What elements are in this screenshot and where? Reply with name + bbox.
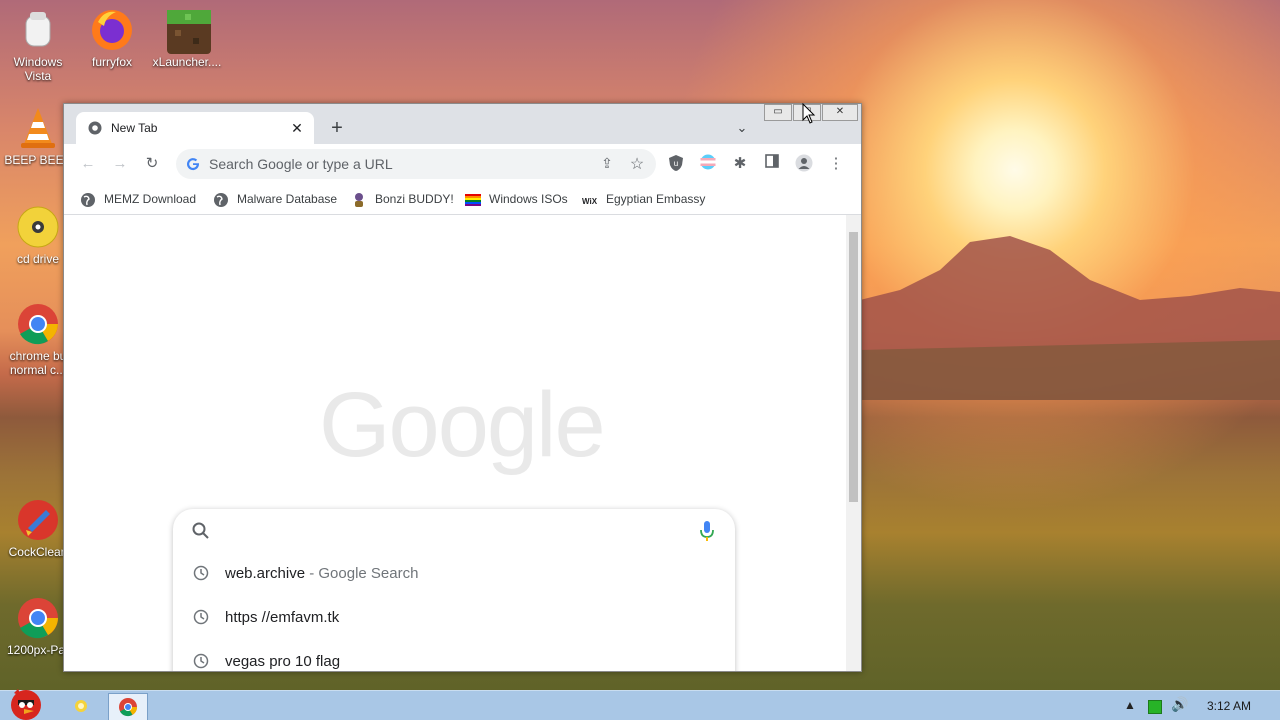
- start-button-angry-bird-icon[interactable]: [4, 683, 48, 720]
- firefox-icon: [90, 8, 134, 52]
- desktop-icon-furryfox[interactable]: furryfox: [74, 8, 150, 69]
- wix-icon: WiX: [582, 197, 598, 206]
- bookmark-bonzi-buddy[interactable]: Bonzi BUDDY!: [351, 190, 454, 208]
- side-panel-icon[interactable]: [762, 154, 782, 174]
- desktop-icon-label: Windows Vista: [13, 55, 63, 83]
- google-logo: Google: [319, 374, 606, 476]
- bookmark-label: Windows ISOs: [489, 192, 568, 206]
- desktop-icon-label: xLauncher....: [152, 55, 222, 69]
- reload-icon[interactable]: ↻: [142, 154, 162, 174]
- new-tab-button[interactable]: +: [326, 118, 348, 140]
- rainbow-flag-icon: [465, 193, 481, 206]
- history-clock-icon: [193, 609, 209, 625]
- show-hidden-icons-chevron-icon[interactable]: ▲: [1124, 698, 1136, 712]
- mouse-cursor-icon: [802, 103, 816, 124]
- suggestion-item[interactable]: https //emfavm.tk: [173, 599, 735, 639]
- forward-icon[interactable]: →: [110, 154, 130, 174]
- bookmark-label: Bonzi BUDDY!: [375, 192, 454, 206]
- bookmark-malware-database[interactable]: Malware Database: [213, 190, 337, 208]
- chrome-favicon-icon: [88, 121, 102, 135]
- microphone-icon[interactable]: [699, 520, 715, 542]
- profile-avatar-icon[interactable]: [794, 154, 814, 174]
- bookmark-windows-isos[interactable]: Windows ISOs: [465, 190, 568, 208]
- bookmark-memz-download[interactable]: MEMZ Download: [80, 190, 196, 208]
- bonzi-icon: [355, 192, 363, 207]
- globe-icon: [214, 192, 228, 207]
- extensions-puzzle-icon[interactable]: ✱: [730, 154, 750, 174]
- battery-icon[interactable]: [1148, 700, 1162, 714]
- toolbar: ← → ↻ Search Google or type a URL ⇪ ☆ u …: [64, 144, 861, 184]
- trans-flag-extension-icon[interactable]: [698, 154, 718, 174]
- tab-close-icon[interactable]: ✕: [288, 119, 306, 137]
- chrome-window: New Tab ✕ + ⌄ ▭ ◫ ✕ ← → ↻ Search Google …: [63, 103, 862, 672]
- tab-strip: New Tab ✕ + ⌄ ▭ ◫ ✕: [64, 104, 861, 144]
- new-tab-page: Google web.archive - Google Search https…: [64, 215, 846, 671]
- share-icon[interactable]: ⇪: [598, 155, 616, 173]
- chrome-icon: [16, 302, 60, 346]
- vertical-scrollbar[interactable]: [846, 215, 861, 671]
- minecraft-icon: [165, 8, 211, 54]
- suggestion-text: web.archive: [225, 565, 306, 582]
- omnibox[interactable]: Search Google or type a URL ⇪ ☆: [176, 149, 656, 179]
- mountain-silhouette: [860, 236, 1280, 400]
- search-icon: [192, 522, 209, 539]
- taskbar: ▲ 🔊 3:12 AM: [0, 689, 1280, 720]
- svg-text:WiX: WiX: [582, 197, 598, 206]
- bookmark-egyptian-embassy[interactable]: WiX Egyptian Embassy: [582, 190, 705, 208]
- globe-icon: [81, 192, 95, 207]
- chrome-icon: [16, 596, 60, 640]
- suggestion-text: vegas pro 10 flag: [225, 653, 341, 670]
- omnibox-placeholder: Search Google or type a URL: [209, 156, 393, 172]
- suggestion-item[interactable]: vegas pro 10 flag: [173, 643, 735, 671]
- windows-vista-icon: [16, 8, 60, 52]
- minimize-button[interactable]: ▭: [764, 104, 792, 121]
- desktop-icon-label: furryfox: [91, 55, 132, 69]
- tab-search-chevron-icon[interactable]: ⌄: [732, 120, 752, 140]
- history-clock-icon: [193, 653, 209, 669]
- vlc-cone-icon: [16, 106, 60, 150]
- desktop-icon-xlauncher[interactable]: xLauncher....: [149, 8, 225, 69]
- tab-title: New Tab: [111, 121, 158, 135]
- tab-new-tab[interactable]: New Tab ✕: [76, 112, 314, 144]
- volume-icon[interactable]: 🔊: [1171, 696, 1188, 713]
- taskbar-explorer-icon[interactable]: [62, 693, 100, 719]
- scrollbar-thumb[interactable]: [849, 232, 858, 502]
- history-clock-icon: [193, 565, 209, 581]
- search-box[interactable]: web.archive - Google Search https //emfa…: [173, 509, 735, 671]
- svg-text:u: u: [674, 159, 678, 168]
- ccleaner-icon: [16, 498, 60, 542]
- suggestion-text: https //emfavm.tk: [225, 609, 340, 626]
- taskbar-chrome-icon[interactable]: [108, 693, 148, 720]
- bookmark-label: Malware Database: [237, 192, 338, 206]
- cd-drive-icon: [16, 205, 60, 249]
- menu-kebab-icon[interactable]: ⋮: [826, 154, 846, 174]
- suggestion-item[interactable]: web.archive - Google Search: [173, 555, 735, 595]
- google-g-icon: [187, 158, 199, 171]
- taskbar-clock[interactable]: 3:12 AM: [1207, 699, 1251, 713]
- desktop-icon-windows-vista[interactable]: Windows Vista: [0, 8, 76, 83]
- bookmark-star-icon[interactable]: ☆: [628, 154, 646, 173]
- bookmark-label: Egyptian Embassy: [606, 192, 706, 206]
- close-window-button[interactable]: ✕: [822, 104, 858, 121]
- bookmarks-bar: MEMZ Download Malware Database Bonzi BUD…: [64, 184, 861, 215]
- back-icon[interactable]: ←: [78, 154, 98, 174]
- bookmark-label: MEMZ Download: [104, 192, 197, 206]
- suggestion-subtext: - Google Search: [305, 565, 419, 582]
- ublock-shield-icon[interactable]: u: [666, 154, 686, 174]
